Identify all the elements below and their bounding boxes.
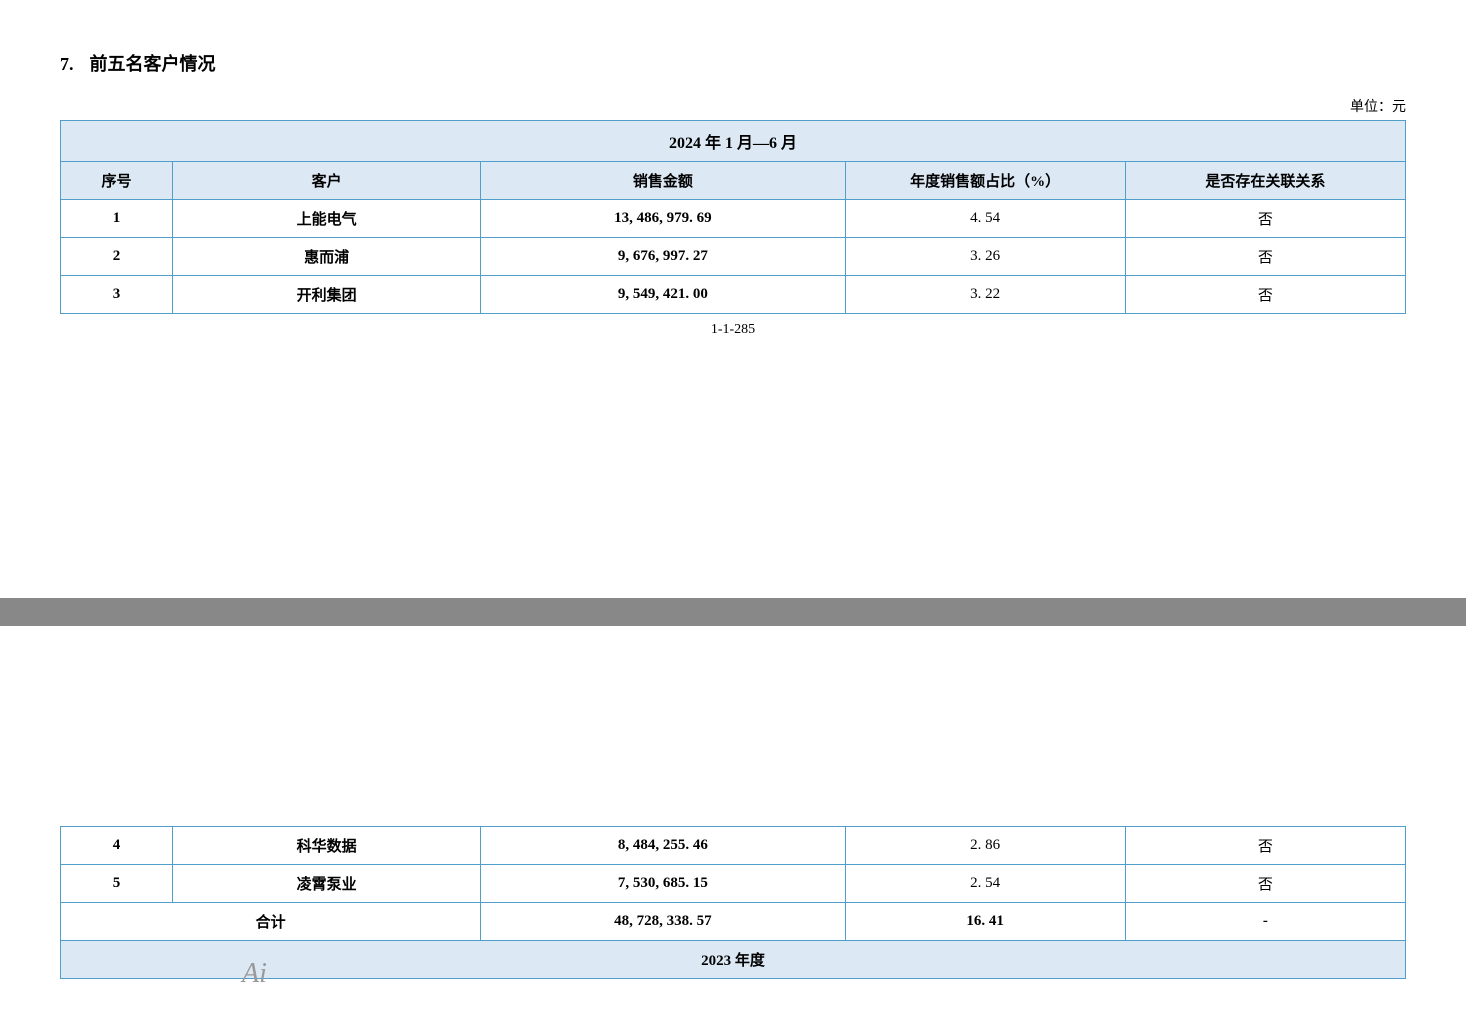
row2-percent: 3. 26 [845, 238, 1125, 276]
table-row: 5 凌霄泵业 7, 530, 685. 15 2. 54 否 [61, 865, 1406, 903]
col-header-amount: 销售金额 [481, 162, 845, 200]
row1-amount: 13, 486, 979. 69 [481, 200, 845, 238]
row4-amount: 8, 484, 255. 46 [481, 827, 845, 865]
row5-customer: 凌霄泵业 [173, 865, 481, 903]
row4-percent: 2. 86 [845, 827, 1125, 865]
row3-customer: 开利集团 [173, 276, 481, 314]
row1-relation: 否 [1125, 200, 1405, 238]
unit-label: 单位：元 [60, 96, 1406, 116]
summary-relation: - [1125, 903, 1405, 941]
bottom-customers-table: 4 科华数据 8, 484, 255. 46 2. 86 否 5 凌霄泵业 7,… [60, 826, 1406, 979]
row4-customer: 科华数据 [173, 827, 481, 865]
table-row: 1 上能电气 13, 486, 979. 69 4. 54 否 [61, 200, 1406, 238]
table-row: 2 惠而浦 9, 676, 997. 27 3. 26 否 [61, 238, 1406, 276]
row2-customer: 惠而浦 [173, 238, 481, 276]
ai-label: Ai [242, 958, 267, 990]
table-row: 3 开利集团 9, 549, 421. 00 3. 22 否 [61, 276, 1406, 314]
row4-seq: 4 [61, 827, 173, 865]
row5-relation: 否 [1125, 865, 1405, 903]
period-header: 2024 年 1 月—6 月 [61, 121, 1406, 162]
col-header-customer: 客户 [173, 162, 481, 200]
row2-relation: 否 [1125, 238, 1405, 276]
section-number: 7. [60, 54, 74, 75]
row5-amount: 7, 530, 685. 15 [481, 865, 845, 903]
summary-row: 合计 48, 728, 338. 57 16. 41 - [61, 903, 1406, 941]
page-break-bar [0, 598, 1466, 626]
row3-seq: 3 [61, 276, 173, 314]
top-customers-table: 2024 年 1 月—6 月 序号 客户 销售金额 年度销售额占比（%） 是否存… [60, 120, 1406, 314]
row3-relation: 否 [1125, 276, 1405, 314]
row5-seq: 5 [61, 865, 173, 903]
row1-percent: 4. 54 [845, 200, 1125, 238]
table-row: 4 科华数据 8, 484, 255. 46 2. 86 否 [61, 827, 1406, 865]
row2-amount: 9, 676, 997. 27 [481, 238, 845, 276]
section-title: 前五名客户情况 [90, 50, 216, 76]
row1-customer: 上能电气 [173, 200, 481, 238]
summary-percent: 16. 41 [845, 903, 1125, 941]
summary-amount: 48, 728, 338. 57 [481, 903, 845, 941]
col-header-seq: 序号 [61, 162, 173, 200]
row3-amount: 9, 549, 421. 00 [481, 276, 845, 314]
row1-seq: 1 [61, 200, 173, 238]
row5-percent: 2. 54 [845, 865, 1125, 903]
summary-label: 合计 [61, 903, 481, 941]
col-header-relation: 是否存在关联关系 [1125, 162, 1405, 200]
page-number: 1-1-285 [60, 322, 1406, 338]
row4-relation: 否 [1125, 827, 1405, 865]
row3-percent: 3. 22 [845, 276, 1125, 314]
row2-seq: 2 [61, 238, 173, 276]
col-header-percent: 年度销售额占比（%） [845, 162, 1125, 200]
